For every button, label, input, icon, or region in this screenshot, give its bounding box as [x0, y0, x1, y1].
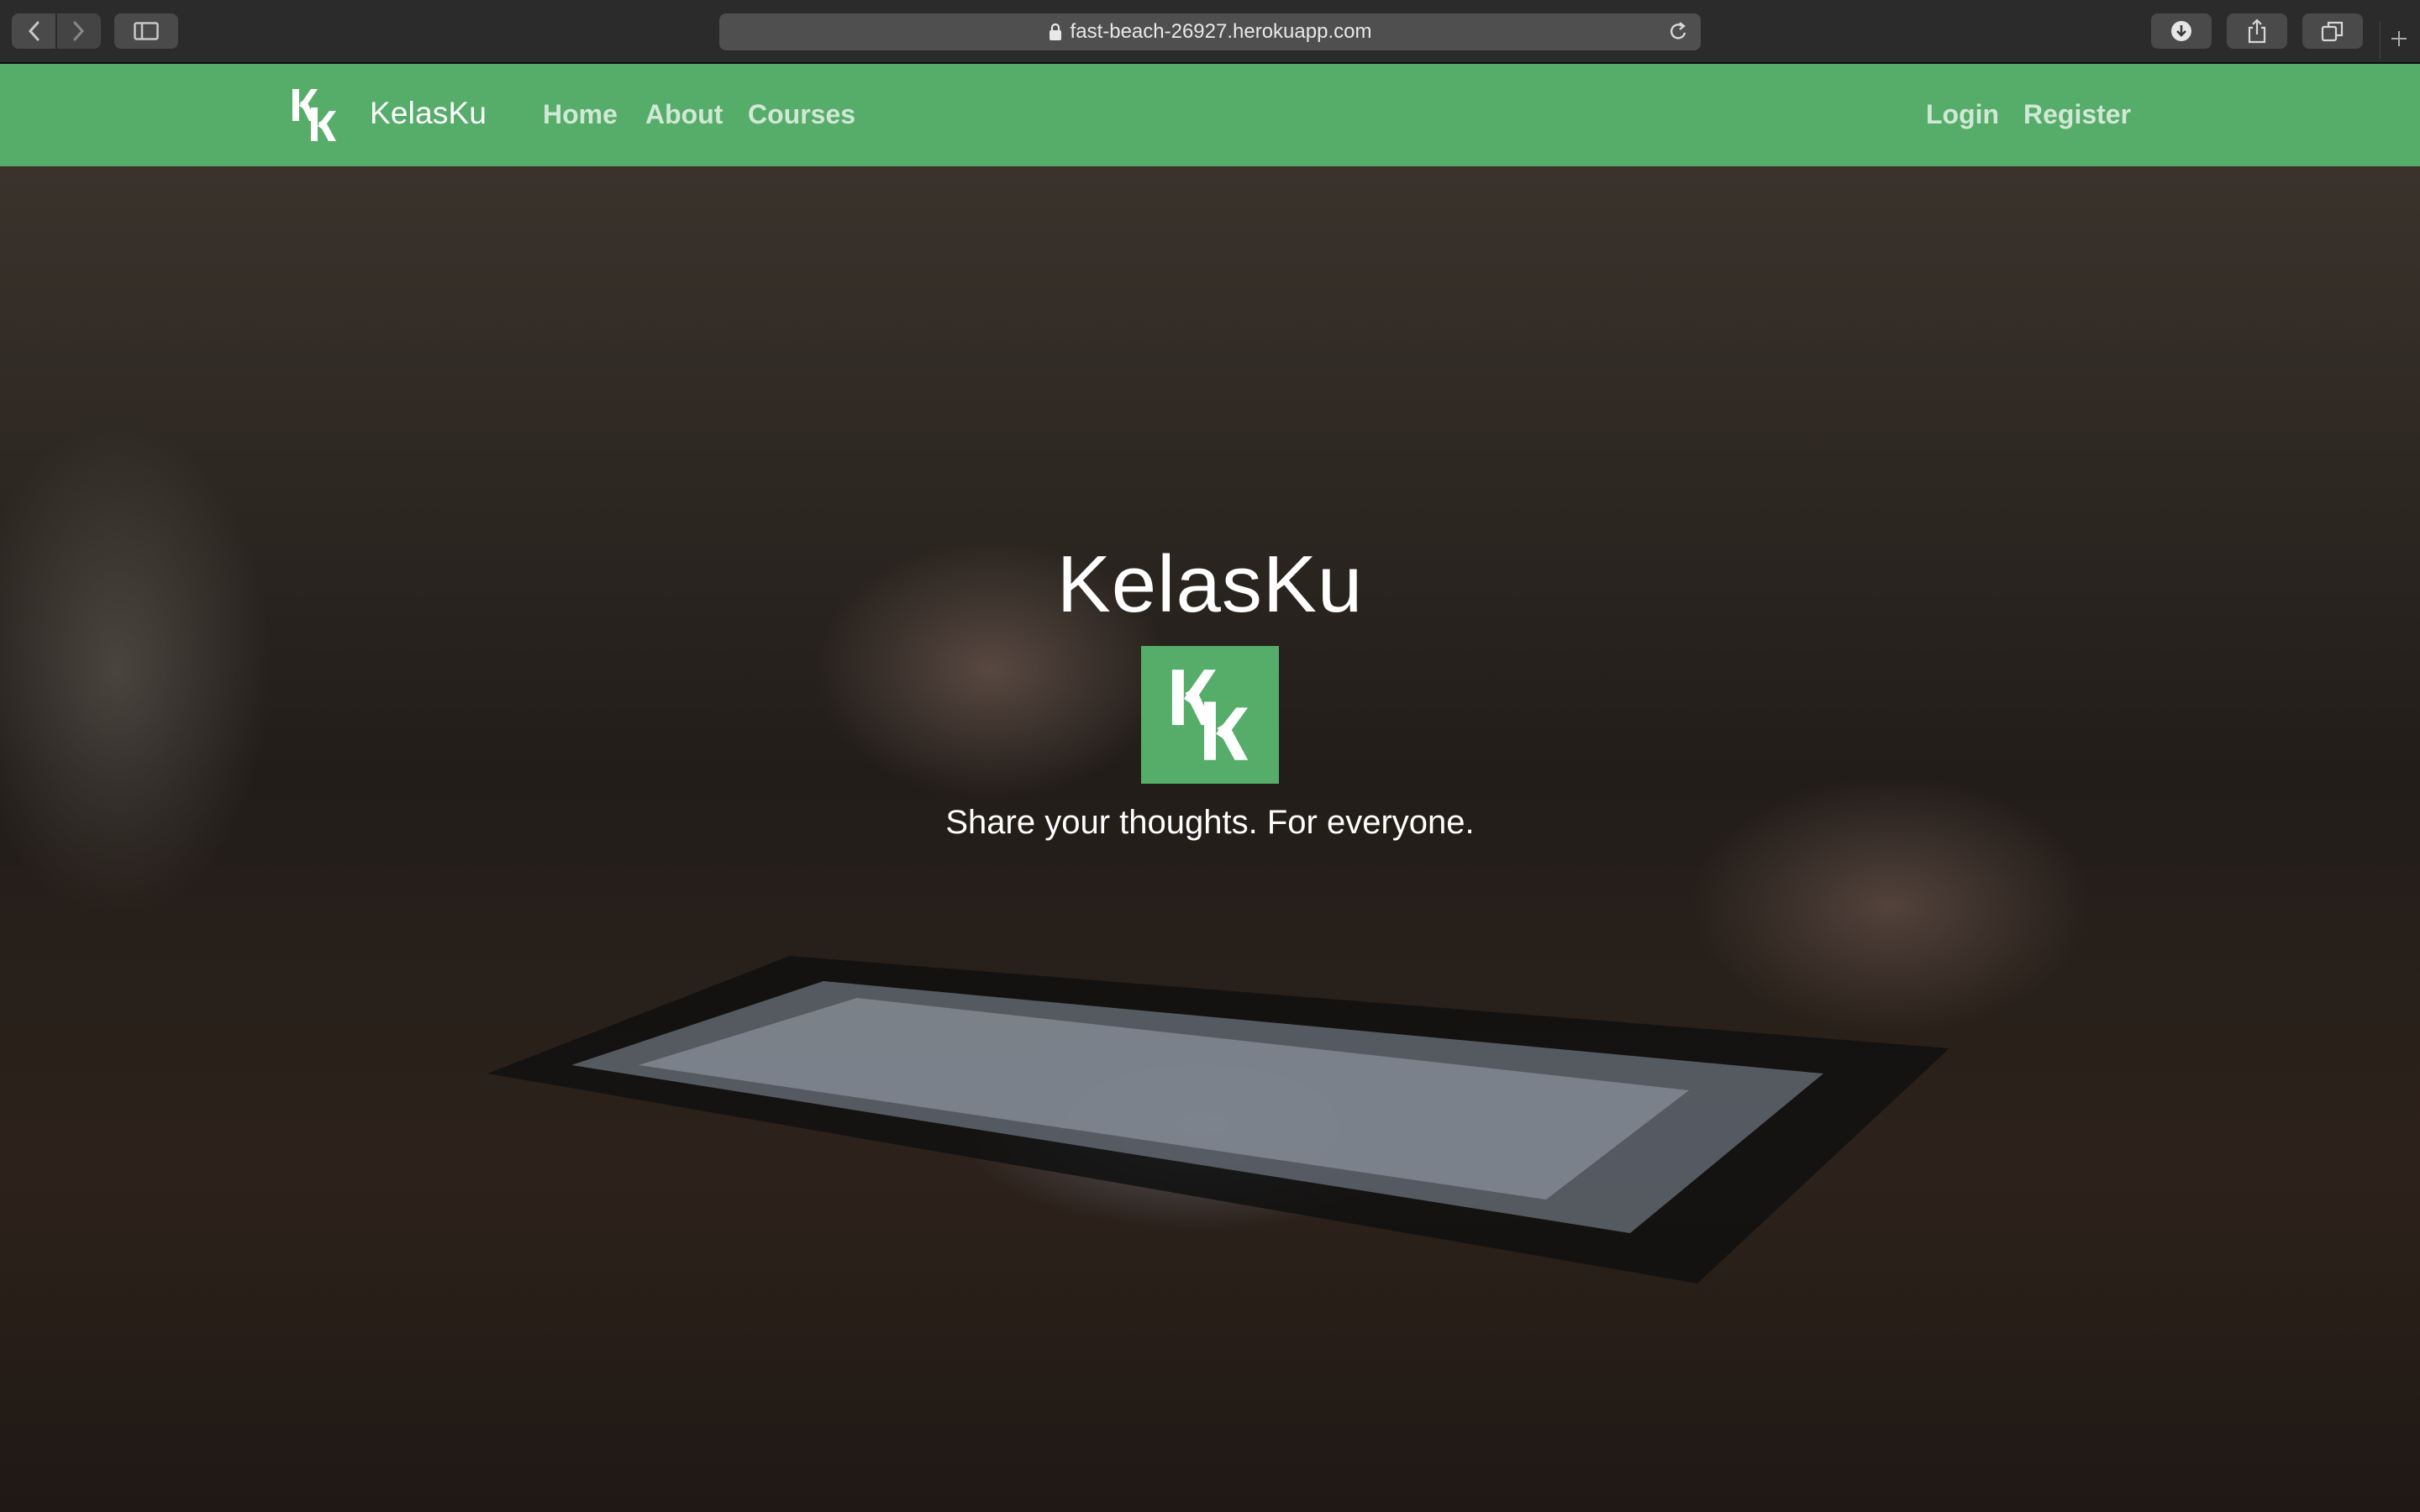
- new-tab-button[interactable]: [2380, 22, 2417, 59]
- brand-logo[interactable]: [289, 86, 339, 144]
- plus-icon: [2390, 29, 2408, 52]
- nav-courses-link[interactable]: Courses: [748, 99, 855, 130]
- sidebar-icon: [134, 22, 159, 40]
- back-button[interactable]: [12, 13, 55, 49]
- reload-icon[interactable]: [1667, 20, 1689, 44]
- address-bar[interactable]: fast-beach-26927.herokuapp.com: [719, 13, 1701, 50]
- hero-background-image: [487, 956, 1949, 1284]
- hero-logo: [1141, 646, 1279, 785]
- lock-icon: [1049, 23, 1062, 41]
- hero-tagline: Share your thoughts. For everyone.: [945, 804, 1475, 842]
- download-icon: [2170, 19, 2193, 43]
- chevron-right-icon: [71, 20, 87, 42]
- site-navbar: KelasKu Home About Courses Login Registe…: [0, 64, 2420, 166]
- tabs-overview-button[interactable]: [2302, 13, 2363, 49]
- hero-title: KelasKu: [1056, 539, 1364, 629]
- share-icon: [2246, 18, 2268, 44]
- url-text: fast-beach-26927.herokuapp.com: [1070, 20, 1372, 43]
- hero-content: KelasKu Share your thoughts. For everyon…: [0, 536, 2420, 842]
- sidebar-toggle-button[interactable]: [114, 13, 178, 49]
- chevron-left-icon: [26, 20, 41, 42]
- nav-home-link[interactable]: Home: [543, 99, 618, 130]
- nav-register-link[interactable]: Register: [2023, 99, 2131, 130]
- share-button[interactable]: [2227, 13, 2287, 49]
- nav-login-link[interactable]: Login: [1926, 99, 1999, 130]
- tabs-icon: [2321, 20, 2344, 42]
- forward-button[interactable]: [57, 13, 101, 49]
- browser-toolbar: fast-beach-26927.herokuapp.com: [0, 0, 2420, 64]
- nav-about-link[interactable]: About: [645, 99, 723, 130]
- brand-name[interactable]: KelasKu: [370, 96, 487, 131]
- hero-section: KelasKu Share your thoughts. For everyon…: [0, 166, 2420, 1512]
- download-button[interactable]: [2151, 13, 2212, 49]
